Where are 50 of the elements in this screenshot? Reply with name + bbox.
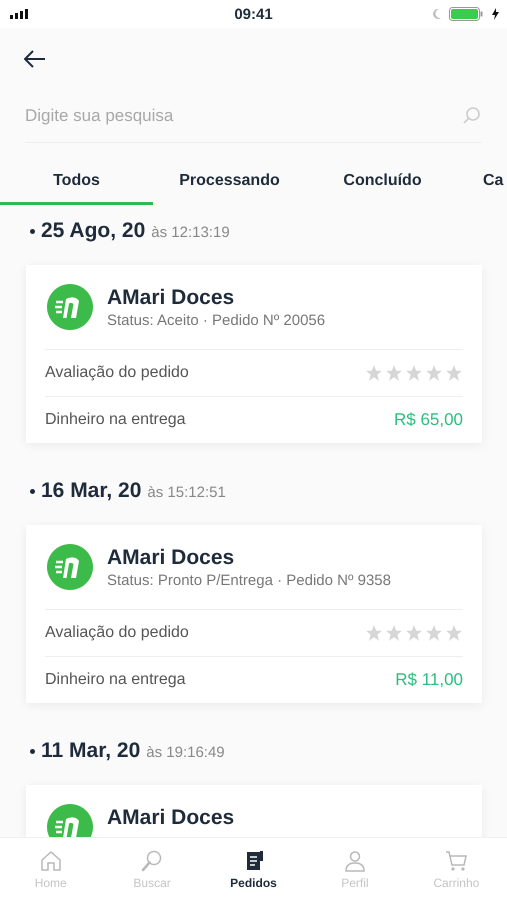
cart-icon[interactable] <box>444 848 468 872</box>
search-icon <box>462 106 482 126</box>
bullet-dot <box>30 748 35 754</box>
order-time: às 15:12:51 <box>147 484 226 501</box>
rating-label: Avaliação do pedido <box>45 364 189 382</box>
order-time: às 19:16:49 <box>146 744 225 761</box>
order-status: Status: Aceito · Pedido Nº 20056 <box>107 312 326 328</box>
store-name: AMari Doces <box>107 546 236 570</box>
order-card[interactable]: AMari Doces <box>26 785 482 837</box>
order-card[interactable]: AMari Doces Status: Pronto P/Entrega · Pedido Nº 9358 Avaliação do pedido Dinheiro na entrega R$ 11,00 <box>26 525 482 703</box>
home-icon[interactable] <box>38 848 63 872</box>
nav-label[interactable]: Pedidos <box>230 876 277 890</box>
search-field[interactable]: Digite sua pesquisa <box>25 106 462 126</box>
star-icon[interactable] <box>445 364 463 382</box>
order-total: R$ 11,00 <box>395 670 463 690</box>
order-card[interactable]: AMari Doces Status: Aceito · Pedido Nº 20056 Avaliação do pedido Dinheiro na entrega R$ 65,00 <box>26 265 482 443</box>
rating-label: Avaliação do pedido <box>45 624 189 642</box>
store-logo <box>47 544 93 590</box>
payment-method: Dinheiro na entrega <box>45 411 186 429</box>
order-status: Status: Pronto P/Entrega · Pedido Nº 9358 <box>107 572 391 588</box>
store-name: AMari Doces <box>107 806 234 830</box>
order-date: 11 Mar, 20 <box>41 739 140 763</box>
star-icon[interactable] <box>425 364 443 382</box>
star-icon[interactable] <box>385 364 403 382</box>
tab[interactable]: Ca <box>459 161 504 205</box>
order-date: 16 Mar, 20 <box>41 479 142 503</box>
bullet-dot <box>30 228 35 234</box>
tab[interactable]: Processando <box>153 161 306 205</box>
bullet-dot <box>30 488 35 494</box>
star-icon[interactable] <box>405 624 423 642</box>
payment-method: Dinheiro na entrega <box>45 671 186 689</box>
star-icon[interactable] <box>405 364 423 382</box>
star-icon[interactable] <box>445 624 463 642</box>
back-arrow-icon[interactable] <box>24 50 46 68</box>
tab[interactable]: Todos <box>0 161 153 205</box>
status-time: 09:41 <box>233 6 274 22</box>
star-icon[interactable] <box>365 624 383 642</box>
star-icon[interactable] <box>425 624 443 642</box>
person-icon[interactable] <box>342 848 367 872</box>
order-date: 25 Ago, 20 <box>41 219 146 243</box>
battery-icon <box>449 7 485 21</box>
moon-icon <box>432 8 442 20</box>
store-name: AMari Doces <box>107 286 236 310</box>
star-icon[interactable] <box>385 624 403 642</box>
charging-icon <box>492 8 499 20</box>
tab[interactable]: Concluído <box>306 161 459 205</box>
star-icon[interactable] <box>365 364 383 382</box>
store-logo <box>47 284 93 330</box>
order-total: R$ 65,00 <box>394 410 463 430</box>
order-time: às 12:13:19 <box>151 224 230 241</box>
